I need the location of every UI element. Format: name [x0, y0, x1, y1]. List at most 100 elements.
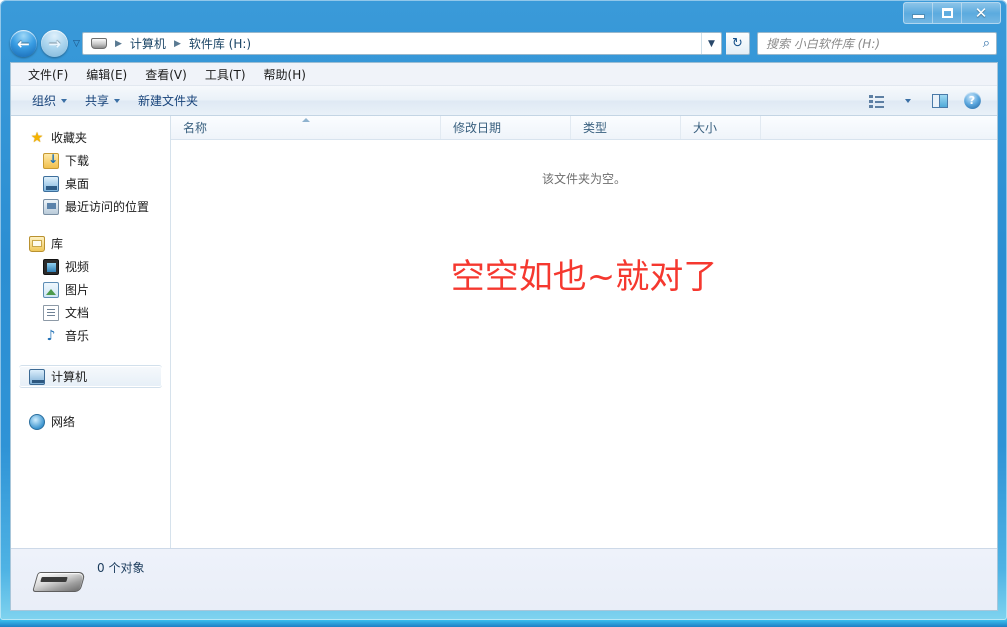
explorer-window: ✕ ← → ▽ ▶ 计算机 ▶ 软件库 (H:) ▼ ↻ 搜索 小白软件库 (H…	[0, 0, 1007, 620]
navigation-pane[interactable]: ★ 收藏夹 下载 桌面 最近访问的位置	[11, 116, 171, 591]
menu-view[interactable]: 查看(V)	[136, 64, 196, 85]
navigation-bar: ← → ▽ ▶ 计算机 ▶ 软件库 (H:) ▼ ↻ 搜索 小白软件库 (H:)…	[0, 28, 1007, 62]
recent-pages-dropdown[interactable]: ▽	[73, 39, 80, 49]
close-button[interactable]: ✕	[962, 3, 1000, 23]
chevron-down-icon: ▼	[708, 38, 715, 49]
menu-help[interactable]: 帮助(H)	[255, 64, 315, 85]
sidebar-item-favorites[interactable]: ★ 收藏夹	[11, 126, 170, 149]
help-button[interactable]: ?	[957, 90, 987, 112]
library-icon	[29, 235, 45, 252]
video-icon	[43, 258, 59, 275]
pictures-icon	[43, 281, 59, 298]
breadcrumb-item-current[interactable]: 软件库 (H:)	[185, 33, 255, 54]
search-box[interactable]: 搜索 小白软件库 (H:) ⌕	[757, 32, 997, 55]
share-label: 共享	[85, 94, 110, 108]
sidebar-item-recent-places[interactable]: 最近访问的位置	[11, 195, 170, 218]
nav-buttons: ← → ▽	[10, 30, 80, 57]
window-controls: ✕	[903, 2, 1001, 24]
maximize-icon	[941, 8, 953, 18]
sidebar-label-libraries: 库	[51, 237, 64, 251]
removable-drive-icon	[29, 558, 89, 602]
command-toolbar: 组织 共享 新建文件夹 ?	[11, 86, 997, 116]
sidebar-label-documents: 文档	[65, 306, 90, 320]
sidebar-item-music[interactable]: ♪ 音乐	[11, 324, 170, 347]
music-icon: ♪	[46, 327, 56, 344]
address-bar[interactable]: ▶ 计算机 ▶ 软件库 (H:) ▼	[82, 32, 722, 55]
sidebar-item-downloads[interactable]: 下载	[11, 149, 170, 172]
menu-file[interactable]: 文件(F)	[19, 64, 77, 85]
column-label-name: 名称	[183, 121, 208, 135]
change-view-button[interactable]	[861, 90, 891, 112]
sidebar-item-desktop[interactable]: 桌面	[11, 172, 170, 195]
chevron-down-icon	[114, 98, 121, 103]
column-header-date-modified[interactable]: 修改日期	[441, 116, 571, 139]
sidebar-item-network[interactable]: 网络	[11, 410, 170, 433]
desktop-icon	[43, 175, 59, 192]
address-history-dropdown[interactable]: ▼	[701, 33, 721, 54]
search-input[interactable]: 搜索 小白软件库 (H:)	[766, 35, 983, 52]
breadcrumb-separator-1[interactable]: ▶	[169, 39, 186, 49]
column-label-date-modified: 修改日期	[453, 121, 502, 135]
empty-folder-message: 该文件夹为空。	[541, 172, 626, 186]
menu-edit[interactable]: 编辑(E)	[77, 64, 136, 85]
file-list-pane[interactable]: 名称 修改日期 类型 大小 该文件夹为空。 空空如也~就对了	[171, 116, 997, 591]
search-icon: ⌕	[982, 36, 990, 51]
back-button[interactable]: ←	[10, 30, 37, 57]
help-icon: ?	[963, 92, 981, 109]
forward-button[interactable]: →	[41, 30, 68, 57]
sidebar-label-desktop: 桌面	[65, 177, 90, 191]
sidebar-item-documents[interactable]: 文档	[11, 301, 170, 324]
breadcrumb-drive-icon-wrap[interactable]	[88, 33, 110, 54]
list-view-icon	[868, 94, 884, 108]
column-header-type[interactable]: 类型	[571, 116, 681, 139]
client-area: 文件(F) 编辑(E) 查看(V) 工具(T) 帮助(H) 组织 共享 新建文件…	[10, 62, 998, 611]
breadcrumb-item-computer[interactable]: 计算机	[127, 33, 169, 54]
chevron-down-icon: ▽	[73, 38, 80, 49]
menu-tools[interactable]: 工具(T)	[196, 64, 255, 85]
menu-bar: 文件(F) 编辑(E) 查看(V) 工具(T) 帮助(H)	[11, 63, 997, 86]
breadcrumb: ▶ 计算机 ▶ 软件库 (H:)	[83, 33, 701, 54]
window-body: ★ 收藏夹 下载 桌面 最近访问的位置	[11, 116, 997, 591]
organize-button[interactable]: 组织	[23, 89, 76, 112]
share-button[interactable]: 共享	[76, 89, 129, 112]
drive-icon	[91, 38, 107, 49]
forward-arrow-icon: →	[48, 34, 61, 53]
chevron-down-icon	[905, 98, 911, 103]
documents-icon	[43, 304, 59, 321]
column-label-size: 大小	[693, 121, 718, 135]
sidebar-label-network: 网络	[51, 415, 76, 429]
minimize-button[interactable]	[904, 3, 933, 23]
recent-places-icon	[43, 198, 59, 215]
sidebar-group-favorites: ★ 收藏夹 下载 桌面 最近访问的位置	[11, 126, 170, 218]
network-icon	[29, 413, 45, 430]
column-label-type: 类型	[583, 121, 608, 135]
column-header-filler	[761, 116, 997, 139]
minimize-icon	[912, 15, 924, 18]
new-folder-button[interactable]: 新建文件夹	[129, 89, 207, 112]
sidebar-label-videos: 视频	[65, 260, 90, 274]
breadcrumb-separator-0[interactable]: ▶	[110, 39, 127, 49]
preview-pane-icon	[932, 93, 948, 108]
column-header-name[interactable]: 名称	[171, 116, 441, 139]
refresh-button[interactable]: ↻	[726, 32, 750, 55]
new-folder-label: 新建文件夹	[138, 94, 199, 108]
column-header-size[interactable]: 大小	[681, 116, 761, 139]
sidebar-item-computer[interactable]: 计算机	[19, 365, 162, 388]
item-count-label: 0 个对象	[97, 561, 145, 575]
refresh-icon: ↻	[732, 36, 743, 51]
column-headers: 名称 修改日期 类型 大小	[171, 116, 997, 140]
sidebar-item-pictures[interactable]: 图片	[11, 278, 170, 301]
organize-label: 组织	[32, 94, 57, 108]
overlay-watermark-text: 空空如也~就对了	[450, 257, 718, 297]
sidebar-label-downloads: 下载	[65, 154, 90, 168]
sidebar-item-libraries[interactable]: 库	[11, 232, 170, 255]
close-icon: ✕	[974, 3, 988, 22]
preview-pane-button[interactable]	[925, 90, 955, 112]
chevron-down-icon	[61, 98, 68, 103]
sidebar-item-videos[interactable]: 视频	[11, 255, 170, 278]
back-arrow-icon: ←	[17, 34, 30, 53]
sidebar-label-recent-places: 最近访问的位置	[65, 200, 150, 214]
sidebar-label-pictures: 图片	[65, 283, 90, 297]
change-view-dropdown[interactable]	[893, 90, 923, 112]
maximize-button[interactable]	[933, 3, 962, 23]
